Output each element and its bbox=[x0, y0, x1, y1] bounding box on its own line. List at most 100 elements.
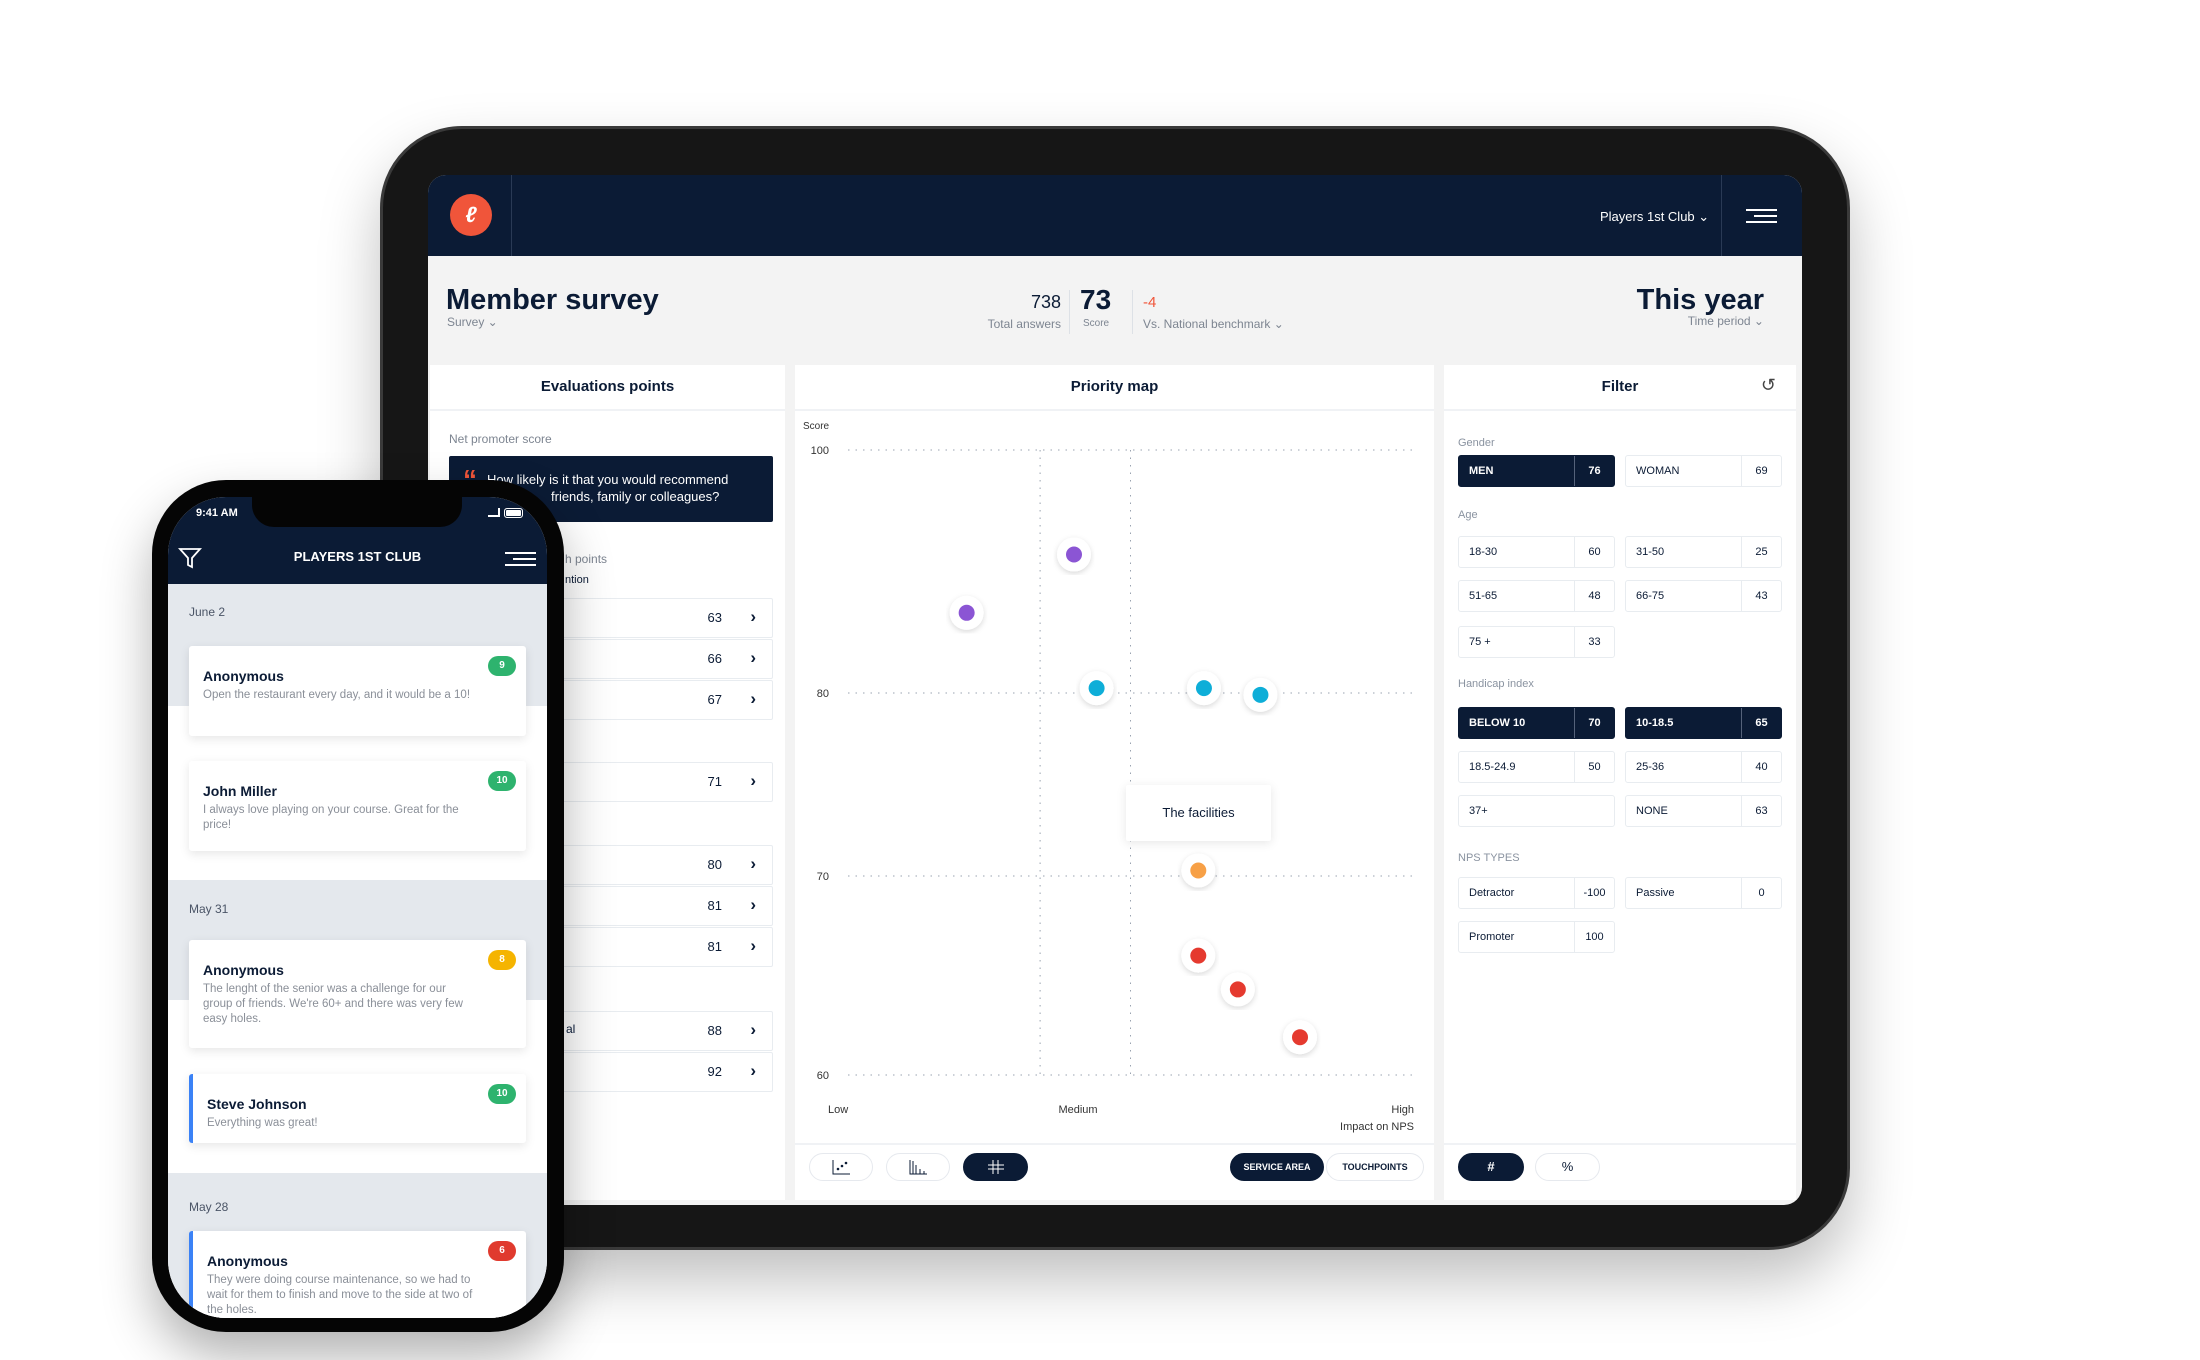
chevron-right-icon[interactable]: › bbox=[750, 1020, 756, 1040]
data-point[interactable] bbox=[1195, 680, 1212, 697]
filter-chip[interactable]: 18-30 60 bbox=[1458, 536, 1615, 568]
bar-view-button[interactable] bbox=[886, 1153, 950, 1181]
chip-value: 0 bbox=[1741, 878, 1781, 908]
divider bbox=[1721, 175, 1722, 256]
data-point[interactable] bbox=[1252, 686, 1269, 703]
filter-chip[interactable]: 37+ bbox=[1458, 795, 1615, 827]
score-badge: 8 bbox=[488, 950, 516, 970]
filter-chip[interactable]: Promoter 100 bbox=[1458, 921, 1615, 953]
chevron-right-icon[interactable]: › bbox=[750, 648, 756, 668]
panel-title: Evaluations points bbox=[540, 378, 675, 395]
total-answers: 738 bbox=[1030, 292, 1061, 312]
feedback-card[interactable]: John Miller I always love playing on your… bbox=[189, 761, 526, 851]
filter-chip[interactable]: 25-36 40 bbox=[1625, 751, 1782, 783]
scatter-chart-icon bbox=[832, 1160, 850, 1175]
filter-chip[interactable]: Passive 0 bbox=[1625, 877, 1782, 909]
period-title: This year bbox=[1636, 284, 1764, 316]
data-point[interactable] bbox=[1190, 862, 1207, 879]
scatter-view-button[interactable] bbox=[809, 1153, 873, 1181]
period-selector[interactable]: Time period ⌄ bbox=[1688, 314, 1764, 328]
data-point[interactable] bbox=[1190, 947, 1207, 964]
count-mode-button[interactable]: # bbox=[1458, 1153, 1524, 1181]
data-point[interactable] bbox=[1229, 981, 1246, 998]
feedback-card[interactable]: Anonymous Open the restaurant every day, … bbox=[189, 646, 526, 736]
filter-group-label: NPS TYPES bbox=[1458, 852, 1520, 864]
divider bbox=[1444, 409, 1796, 411]
filter-chip[interactable]: MEN 76 bbox=[1458, 455, 1615, 487]
question-line: How likely is it that you would recommen… bbox=[487, 472, 729, 487]
chip-label: 51-65 bbox=[1469, 590, 1498, 602]
matrix-view-button[interactable] bbox=[963, 1153, 1028, 1181]
tooltip-text: The facilities bbox=[1162, 805, 1235, 820]
menu-icon[interactable] bbox=[1746, 209, 1777, 223]
chip-label: 18.5-24.9 bbox=[1469, 761, 1516, 773]
reset-icon[interactable]: ↺ bbox=[1761, 375, 1776, 396]
feedback-text: The lenght of the senior was a challenge… bbox=[203, 983, 463, 1025]
grid-matrix-icon bbox=[987, 1160, 1004, 1174]
benchmark-selector[interactable]: Vs. National benchmark ⌄ bbox=[1143, 317, 1284, 331]
data-point[interactable] bbox=[1066, 546, 1082, 563]
total-answers-label: Total answers bbox=[987, 317, 1061, 331]
data-point[interactable] bbox=[958, 604, 975, 621]
score-value: 73 bbox=[1080, 284, 1112, 315]
data-point[interactable] bbox=[1088, 680, 1105, 697]
chip-label: 25-36 bbox=[1636, 761, 1665, 773]
chevron-right-icon[interactable]: › bbox=[750, 936, 756, 956]
chip-label: 66-75 bbox=[1636, 590, 1665, 602]
score-label: Score bbox=[1083, 318, 1110, 329]
y-tick-label: 70 bbox=[817, 871, 829, 883]
club-selector[interactable]: Players 1st Club ⌄ bbox=[1600, 209, 1709, 225]
chevron-right-icon[interactable]: › bbox=[750, 607, 756, 627]
chevron-right-icon[interactable]: › bbox=[750, 895, 756, 915]
y-tick-label: 60 bbox=[817, 1070, 829, 1082]
filter-chip[interactable]: Detractor -100 bbox=[1458, 877, 1615, 909]
section-date: June 2 bbox=[189, 605, 226, 619]
divider bbox=[1069, 290, 1070, 334]
priority-map-chart: Score 100 80 70 60 Low Medium High Impact on NPS bbox=[803, 421, 1414, 1133]
logo[interactable]: ℓ bbox=[450, 194, 492, 236]
feedback-text: I always love playing on your course. Gr… bbox=[203, 804, 459, 831]
chip-label: 18-30 bbox=[1469, 546, 1498, 558]
phone-title: PLAYERS 1ST CLUB bbox=[293, 549, 422, 564]
percent-mode-button[interactable]: % bbox=[1535, 1153, 1600, 1181]
status-time: 9:41 AM bbox=[196, 507, 238, 519]
feedback-text: They were doing course maintenance, so w… bbox=[207, 1274, 473, 1316]
filter-chip[interactable]: 18.5-24.9 50 bbox=[1458, 751, 1615, 783]
x-tick-label: High bbox=[1391, 1104, 1414, 1116]
service-area-toggle[interactable]: SERVICE AREA bbox=[1230, 1153, 1324, 1181]
benchmark-delta: -4 bbox=[1143, 294, 1157, 311]
filter-chip[interactable]: NONE 63 bbox=[1625, 795, 1782, 827]
chip-value: 100 bbox=[1574, 922, 1614, 952]
section-label: ntion bbox=[565, 574, 589, 586]
filter-chip[interactable]: 75 + 33 bbox=[1458, 626, 1615, 658]
filter-chip[interactable]: 51-65 48 bbox=[1458, 580, 1615, 612]
filter-chip[interactable]: 10-18.5 65 bbox=[1625, 707, 1782, 739]
row-label: al bbox=[566, 1022, 576, 1036]
filter-chip[interactable]: WOMAN 69 bbox=[1625, 455, 1782, 487]
chevron-right-icon[interactable]: › bbox=[750, 689, 756, 709]
chip-value: 48 bbox=[1574, 581, 1614, 611]
feedback-card[interactable]: Steve Johnson Everything was great! 10 bbox=[189, 1074, 526, 1143]
menu-icon[interactable] bbox=[505, 552, 536, 566]
score-badge: 10 bbox=[488, 1084, 516, 1104]
filter-chip[interactable]: BELOW 10 70 bbox=[1458, 707, 1615, 739]
survey-selector[interactable]: Survey ⌄ bbox=[447, 315, 498, 329]
y-tick-label: 80 bbox=[817, 688, 829, 700]
chevron-right-icon[interactable]: › bbox=[750, 1061, 756, 1081]
data-point[interactable] bbox=[1292, 1029, 1308, 1046]
chevron-right-icon[interactable]: › bbox=[750, 771, 756, 791]
top-bar: ℓ Players 1st Club ⌄ bbox=[428, 175, 1802, 256]
filter-chip[interactable]: 66-75 43 bbox=[1625, 580, 1782, 612]
row-score: 80 bbox=[707, 857, 722, 872]
row-score: 67 bbox=[707, 692, 722, 707]
section-date: May 28 bbox=[189, 1200, 229, 1214]
row-score: 81 bbox=[707, 939, 722, 954]
feedback-card[interactable]: Anonymous The lenght of the senior was a … bbox=[189, 940, 526, 1048]
touchpoints-toggle[interactable]: TOUCHPOINTS bbox=[1326, 1153, 1424, 1181]
chip-value: -100 bbox=[1574, 878, 1614, 908]
filter-chip[interactable]: 31-50 25 bbox=[1625, 536, 1782, 568]
signal-battery-icon bbox=[488, 508, 524, 518]
chevron-right-icon[interactable]: › bbox=[750, 854, 756, 874]
reviewer-name: John Miller bbox=[203, 783, 277, 799]
feedback-card[interactable]: Anonymous They were doing course maintena… bbox=[189, 1231, 526, 1318]
